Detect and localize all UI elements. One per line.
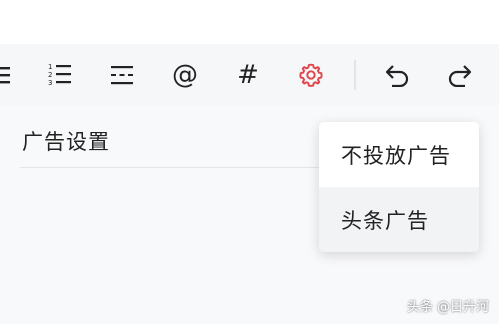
- horizontal-rule-button[interactable]: [103, 56, 141, 94]
- toolbar-divider: [354, 60, 356, 90]
- list-button[interactable]: [0, 56, 16, 94]
- gear-icon: [298, 62, 324, 88]
- undo-button[interactable]: [378, 56, 416, 94]
- list-icon: [0, 64, 10, 86]
- editor-toolbar: 1 2 3 @ #: [0, 44, 499, 106]
- at-sign-icon: @: [172, 60, 198, 90]
- undo-icon: [384, 63, 410, 87]
- section-title: 广告设置: [22, 130, 110, 154]
- horizontal-rule-icon: [110, 65, 134, 85]
- menu-item-toutiao-ads[interactable]: 头条广告: [319, 187, 479, 252]
- editor-screen: 1 2 3 @ # 广告设置 不投放广告 头条广告 头条 @日升河: [0, 0, 499, 324]
- ad-options-menu: 不投放广告 头条广告: [319, 122, 479, 252]
- hashtag-icon: #: [237, 60, 259, 90]
- menu-item-no-ads[interactable]: 不投放广告: [319, 122, 479, 187]
- redo-button[interactable]: [441, 56, 479, 94]
- ordered-list-button[interactable]: 1 2 3: [40, 56, 78, 94]
- ordered-list-number: 2: [48, 71, 52, 79]
- watermark: 头条 @日升河: [406, 300, 489, 315]
- section-divider: [20, 167, 320, 168]
- hashtag-button[interactable]: #: [229, 56, 267, 94]
- redo-icon: [447, 63, 473, 87]
- ordered-list-number: 1: [48, 63, 52, 71]
- settings-button[interactable]: [292, 56, 330, 94]
- mention-button[interactable]: @: [166, 56, 204, 94]
- ordered-list-icon: 1 2 3: [45, 62, 73, 88]
- ordered-list-number: 3: [48, 79, 52, 87]
